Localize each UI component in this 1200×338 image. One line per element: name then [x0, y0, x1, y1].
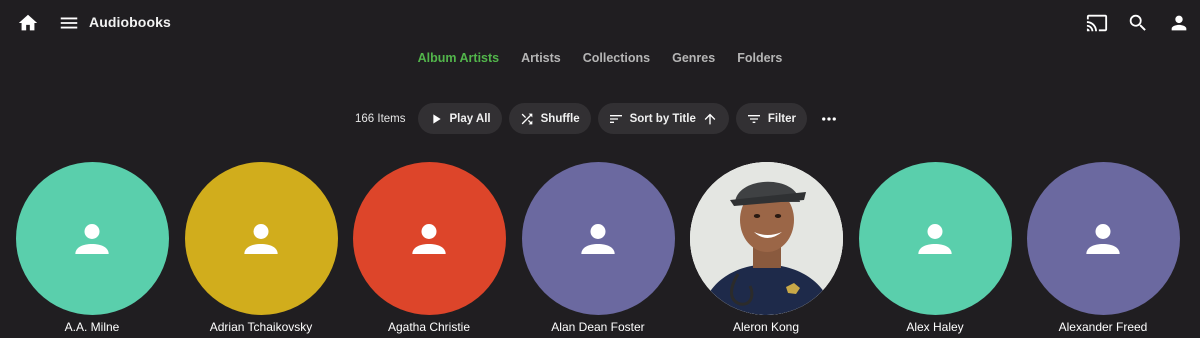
tab-artists[interactable]: Artists	[521, 49, 561, 67]
search-icon	[1129, 14, 1146, 31]
person-icon	[75, 223, 109, 254]
artist-name[interactable]: A.A. Milne	[15, 320, 169, 334]
artist-name[interactable]: Alexander Freed	[1026, 320, 1180, 334]
library-tabs: Album Artists Artists Collections Genres…	[0, 49, 1200, 67]
person-icon	[244, 223, 278, 254]
sort-label: Sort by Title	[629, 112, 696, 125]
artist-name[interactable]: Alan Dean Foster	[521, 320, 675, 334]
artist-card[interactable]: Adrian Tchaikovsky	[184, 162, 338, 334]
search-button[interactable]	[1124, 9, 1152, 37]
artist-card[interactable]: Aleron Kong	[689, 162, 843, 334]
filter-icon	[747, 114, 760, 123]
more-options-button[interactable]	[814, 103, 845, 134]
artist-avatar[interactable]	[15, 162, 169, 315]
filter-label: Filter	[767, 112, 796, 125]
home-icon	[18, 14, 38, 31]
shuffle-label: Shuffle	[540, 112, 580, 125]
artist-card[interactable]: Agatha Christie	[352, 162, 506, 334]
play-all-button[interactable]: Play All	[417, 103, 502, 134]
cast-icon	[1086, 14, 1108, 32]
app: Audiobooks Album Artists Artists Collect…	[0, 0, 1200, 338]
tab-genres[interactable]: Genres	[672, 49, 715, 67]
user-button[interactable]	[1165, 9, 1193, 37]
artist-card[interactable]: A.A. Milne	[15, 162, 169, 334]
person-icon	[1086, 223, 1120, 254]
artist-name[interactable]: Adrian Tchaikovsky	[184, 320, 338, 334]
user-icon	[1171, 15, 1187, 31]
tab-collections[interactable]: Collections	[583, 49, 650, 67]
artist-avatar[interactable]	[689, 162, 843, 315]
artist-card[interactable]: Alexander Freed	[1026, 162, 1180, 334]
person-icon	[581, 223, 615, 254]
artist-photo	[689, 162, 843, 315]
home-button[interactable]	[14, 9, 42, 37]
artist-avatar[interactable]	[521, 162, 675, 315]
artist-card[interactable]: Alan Dean Foster	[521, 162, 675, 334]
menu-button[interactable]	[55, 9, 83, 37]
toolbar: 166 Items Play All Shuffle Sort by Title…	[0, 103, 1200, 134]
artist-name[interactable]: Aleron Kong	[689, 320, 843, 334]
person-icon	[918, 223, 952, 254]
artist-avatar[interactable]	[858, 162, 1012, 315]
more-horizontal-icon	[822, 116, 837, 121]
play-icon	[432, 113, 441, 124]
person-icon	[412, 223, 446, 254]
shuffle-button[interactable]: Shuffle	[508, 103, 591, 134]
artist-name[interactable]: Agatha Christie	[352, 320, 506, 334]
menu-icon	[60, 17, 78, 29]
artist-avatar[interactable]	[352, 162, 506, 315]
arrow-up-icon	[704, 113, 716, 124]
cast-button[interactable]	[1083, 9, 1111, 37]
filter-button[interactable]: Filter	[735, 103, 807, 134]
item-count: 166 Items	[355, 112, 406, 125]
artist-name[interactable]: Alex Haley	[858, 320, 1012, 334]
header: Audiobooks	[0, 0, 1200, 46]
shuffle-icon	[521, 113, 532, 124]
artist-avatar[interactable]	[184, 162, 338, 315]
play-all-label: Play All	[449, 112, 491, 125]
tab-album-artists[interactable]: Album Artists	[418, 49, 500, 67]
sort-button[interactable]: Sort by Title	[597, 103, 729, 134]
artist-grid: A.A. Milne Adrian Tchaikovsky Agatha Chr…	[0, 162, 1200, 338]
tab-folders[interactable]: Folders	[737, 49, 782, 67]
page-title: Audiobooks	[89, 14, 171, 30]
artist-card[interactable]: Alex Haley	[858, 162, 1012, 334]
artist-avatar[interactable]	[1026, 162, 1180, 315]
sort-icon	[609, 114, 622, 123]
